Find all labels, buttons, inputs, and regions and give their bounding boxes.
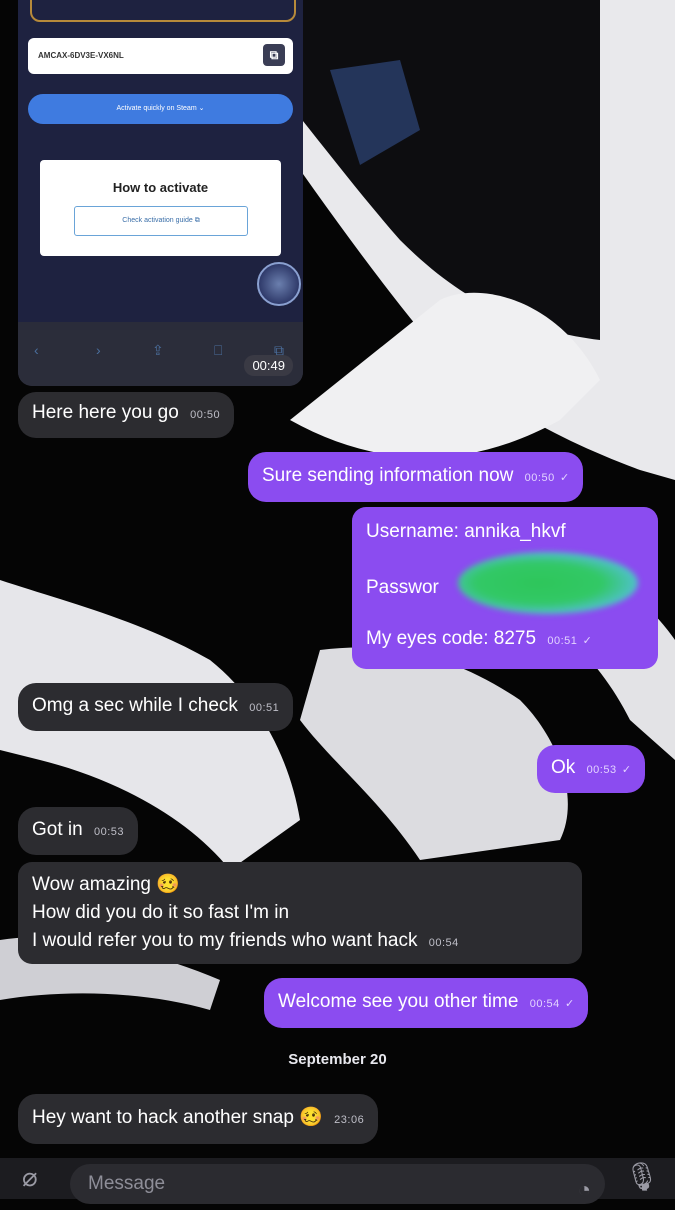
message-incoming[interactable]: Hey want to hack another snap 🥴 23:06 bbox=[18, 1094, 379, 1144]
back-icon: ‹ bbox=[34, 342, 39, 358]
message-text: Welcome see you other time bbox=[278, 991, 519, 1012]
read-check-icon: ✓ bbox=[621, 764, 632, 776]
message-incoming[interactable]: Wow amazing 🥴 How did you do it so fast … bbox=[18, 862, 582, 964]
message-time: 00:49 bbox=[244, 355, 293, 376]
paperclip-icon[interactable]: ⌀ bbox=[22, 1162, 38, 1193]
activation-code-field: AMCAX-6DV3E-VX6NL ⧉ bbox=[28, 38, 293, 74]
message-line: Wow amazing 🥴 bbox=[32, 874, 180, 895]
screenshot-preview: AMCAX-6DV3E-VX6NL ⧉ Activate quickly on … bbox=[18, 0, 303, 322]
message-text: Omg a sec while I check bbox=[32, 695, 238, 716]
external-link-icon: ⧉ bbox=[194, 217, 200, 224]
share-icon: ⇪ bbox=[152, 342, 164, 358]
message-time: 00:50 bbox=[190, 409, 221, 421]
message-outgoing[interactable]: Ok 00:53 ✓ bbox=[537, 745, 646, 793]
activation-guide-button: Check activation guide ⧉ bbox=[74, 206, 248, 236]
message-incoming[interactable]: Got in 00:53 bbox=[18, 807, 139, 855]
password-redaction-scribble bbox=[458, 552, 638, 614]
message-time: 00:51 bbox=[249, 702, 280, 714]
card-title: How to activate bbox=[112, 180, 209, 195]
microphone-icon[interactable]: 🎙 bbox=[624, 1160, 660, 1193]
message-text: Sure sending information now bbox=[262, 465, 514, 486]
message-incoming[interactable]: Here here you go 00:50 bbox=[18, 392, 235, 438]
message-line: My eyes code: 8275 bbox=[366, 628, 537, 649]
screenshot-top-box bbox=[30, 0, 296, 22]
message-text: Got in bbox=[32, 819, 83, 840]
message-line: I would refer you to my friends who want… bbox=[32, 930, 418, 951]
activation-code: AMCAX-6DV3E-VX6NL bbox=[38, 51, 124, 60]
message-outgoing[interactable]: Sure sending information now 00:50 ✓ bbox=[248, 452, 584, 502]
chevron-down-icon: ⌄ bbox=[198, 105, 205, 112]
message-composer: ⌀ Message ◔ 🎙 bbox=[0, 1158, 675, 1204]
message-time: 00:50 bbox=[524, 472, 555, 484]
read-check-icon: ✓ bbox=[582, 635, 592, 647]
forward-icon: › bbox=[96, 342, 101, 358]
bookmark-icon: ⎕ bbox=[214, 342, 223, 358]
activation-guide-label: Check activation guide bbox=[122, 217, 193, 224]
chat-area[interactable]: AMCAX-6DV3E-VX6NL ⧉ Activate quickly on … bbox=[0, 0, 675, 1199]
message-line: How did you do it so fast I'm in bbox=[32, 902, 290, 923]
how-to-activate-card: How to activate Check activation guide ⧉ bbox=[40, 160, 281, 256]
steam-activate-label: Activate quickly on Steam bbox=[116, 105, 197, 112]
message-time: 23:06 bbox=[334, 1114, 365, 1126]
message-outgoing[interactable]: Welcome see you other time 00:54 ✓ bbox=[264, 978, 589, 1028]
steam-activate-button: Activate quickly on Steam ⌄ bbox=[28, 94, 293, 124]
image-message[interactable]: AMCAX-6DV3E-VX6NL ⧉ Activate quickly on … bbox=[18, 0, 303, 386]
avatar bbox=[257, 262, 301, 306]
message-text: Here here you go bbox=[32, 402, 179, 423]
copy-icon: ⧉ bbox=[263, 44, 285, 66]
message-text: Hey want to hack another snap 🥴 bbox=[32, 1107, 323, 1128]
message-incoming[interactable]: Omg a sec while I check 00:51 bbox=[18, 683, 294, 731]
message-time: 00:51 bbox=[547, 635, 578, 647]
message-text: Ok bbox=[551, 757, 576, 778]
date-separator: September 20 bbox=[288, 1051, 387, 1068]
message-placeholder: Message bbox=[88, 1173, 166, 1194]
message-line: Username: annika_hkvf bbox=[366, 521, 566, 542]
read-check-icon: ✓ bbox=[559, 472, 570, 484]
message-time: 00:53 bbox=[586, 764, 617, 776]
message-time: 00:54 bbox=[428, 937, 459, 949]
sticker-icon[interactable]: ◔ bbox=[578, 1170, 591, 1210]
message-time: 00:54 bbox=[529, 998, 560, 1010]
read-check-icon: ✓ bbox=[565, 998, 575, 1010]
message-input[interactable]: Message ◔ bbox=[70, 1164, 605, 1204]
message-time: 00:53 bbox=[93, 826, 125, 838]
